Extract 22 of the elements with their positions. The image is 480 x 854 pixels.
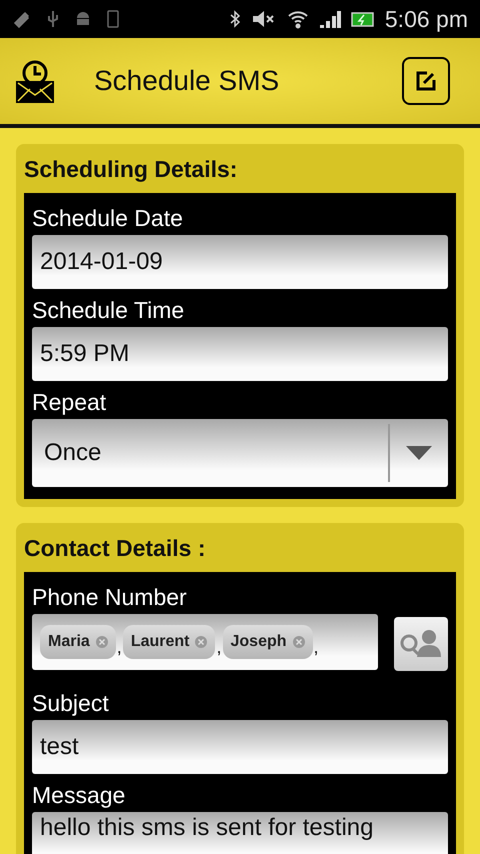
input-field[interactable]: hello this sms is sent for testing — [32, 812, 448, 854]
dropdown-field[interactable]: Once — [32, 419, 448, 487]
field-label: Schedule Date — [32, 204, 184, 233]
input-field[interactable]: test — [32, 720, 448, 774]
field-label: Schedule Time — [32, 296, 186, 325]
contact-chip[interactable]: Maria — [40, 625, 116, 659]
separator: , — [314, 636, 319, 658]
contact-chip[interactable]: Joseph — [222, 625, 313, 659]
app-title: Schedule SMS — [94, 65, 280, 97]
separator: , — [116, 636, 122, 658]
section-title: Scheduling Details: — [24, 155, 238, 184]
field-label: Subject — [32, 689, 110, 718]
input-field[interactable]: 5:59 PM — [32, 327, 448, 381]
section-title: Contact Details : — [24, 534, 206, 563]
input-field[interactable]: 2014-01-09 — [32, 235, 448, 289]
recipients-field[interactable]: Maria , Laurent , Joseph , — [32, 614, 378, 670]
field-label: Phone Number — [32, 583, 188, 612]
field-label: Message — [32, 781, 126, 810]
contact-chip[interactable]: Laurent — [122, 625, 216, 659]
clock-time: 5:06 pm — [384, 6, 468, 32]
field-label: Repeat — [32, 388, 108, 417]
separator: , — [216, 636, 222, 658]
